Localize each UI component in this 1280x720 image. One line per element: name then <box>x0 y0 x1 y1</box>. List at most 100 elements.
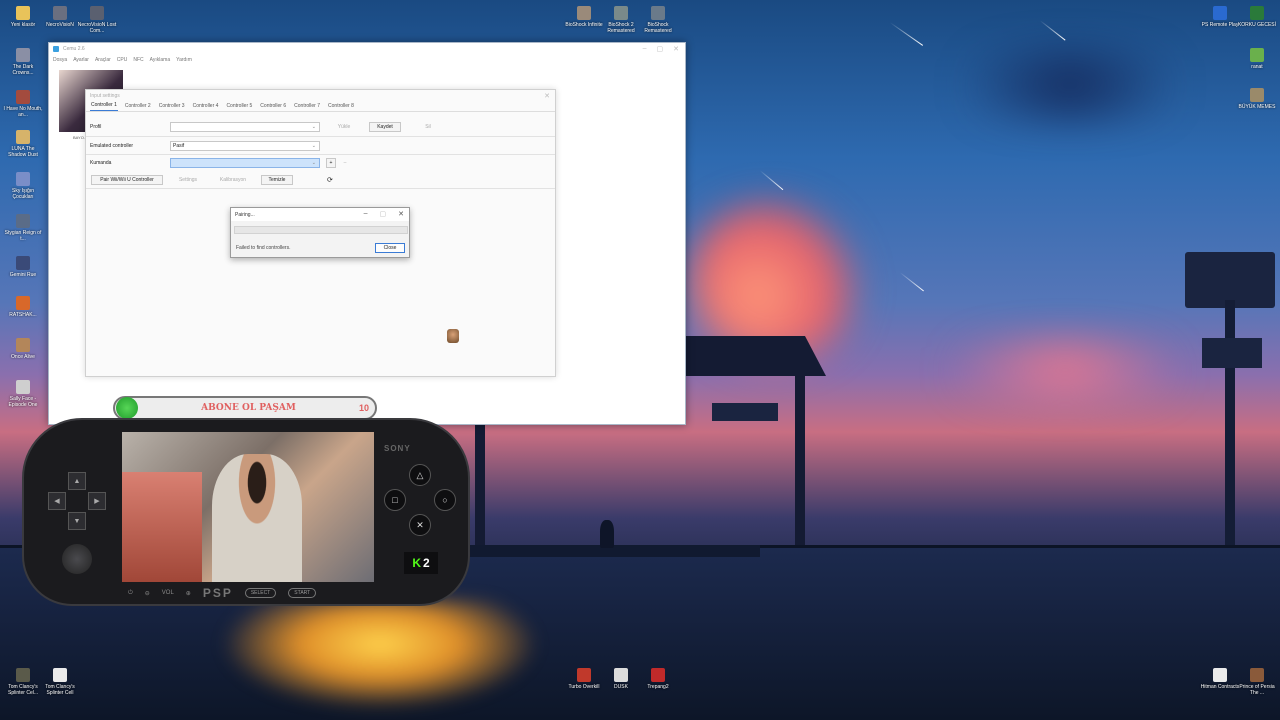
pairing-window-controls: – ▢ ✕ <box>364 210 404 218</box>
refresh-icon[interactable]: ⟳ <box>327 176 333 184</box>
desktop-shortcut-tom-clancy-s-splinter-cel[interactable]: Tom Clancy's Splinter Cel... <box>3 668 43 696</box>
tab-controller-3[interactable]: Controller 3 <box>158 103 186 111</box>
pairing-message: Failed to find controllers. <box>236 245 291 251</box>
desktop-shortcut-b-y-k-memes[interactable]: BÜYÜK MEMES <box>1237 88 1277 110</box>
emulated-controller-label: Emulated controller <box>90 143 134 149</box>
desktop-shortcut-the-dark-crowns[interactable]: The Dark Crowns... <box>3 48 43 76</box>
shortcut-icon <box>651 668 665 682</box>
desktop-shortcut-prince-of-persia-the[interactable]: Prince of Persia The ... <box>1237 668 1277 696</box>
tab-controller-6[interactable]: Controller 6 <box>259 103 287 111</box>
desktop-shortcut-dusk[interactable]: DUSK <box>601 668 641 690</box>
shortcut-icon <box>90 6 104 20</box>
controller-tabs: Controller 1 Controller 2 Controller 3 Cont… <box>86 102 555 112</box>
desktop-shortcut-tom-clancy-s-splinter-cell[interactable]: Tom Clancy's Splinter Cell <box>40 668 80 696</box>
shortcut-label: Turbo Overkill <box>568 684 600 690</box>
desktop-shortcut-ratshak[interactable]: RATSHAK... <box>3 296 43 318</box>
desktop-shortcut-hitman-contracts[interactable]: Hitman Contracts <box>1200 668 1240 690</box>
wallpaper-pier-post <box>475 425 485 550</box>
shortcut-icon <box>16 214 30 228</box>
shortcut-icon <box>53 668 67 682</box>
circle-icon: ○ <box>434 489 456 511</box>
tab-controller-7[interactable]: Controller 7 <box>293 103 321 111</box>
profile-combo[interactable]: ⌄ <box>170 122 320 132</box>
shortcut-label: KORKU GECESİ <box>1237 22 1277 28</box>
maximize-icon[interactable]: ▢ <box>657 45 664 53</box>
emulated-controller-value: Pasif <box>173 143 185 149</box>
wallpaper-pier-roof <box>686 336 826 376</box>
desktop-shortcut-stygian-reign-of-t[interactable]: Stygian Reign of t... <box>3 214 43 242</box>
shortcut-label: Trepang2 <box>647 684 669 690</box>
load-button[interactable]: Yükle <box>330 122 358 132</box>
tab-controller-2[interactable]: Controller 2 <box>124 103 152 111</box>
desktop-shortcut-once-alive[interactable]: Once Alive <box>3 338 43 360</box>
close-button[interactable]: Close <box>375 243 405 253</box>
tab-controller-8[interactable]: Controller 8 <box>327 103 355 111</box>
input-settings-titlebar[interactable]: Input settings <box>86 90 555 102</box>
menu-item-cpu[interactable]: CPU <box>117 57 128 63</box>
emulated-controller-select[interactable]: Pasif ⌄ <box>170 141 320 151</box>
menu-item-ara-lar[interactable]: Araçlar <box>95 57 111 63</box>
pair-controller-button[interactable]: Pair Wii/Wii U Controller <box>91 175 163 185</box>
desktop-shortcut-bioshock-2-remastered[interactable]: BioShock 2 Remastered <box>601 6 641 34</box>
desktop-shortcut-bioshock-remastered[interactable]: BioShock Remastered <box>638 6 678 34</box>
analog-stick <box>62 544 92 574</box>
tab-controller-4[interactable]: Controller 4 <box>192 103 220 111</box>
shortcut-label: BioShock 2 Remastered <box>607 22 635 34</box>
shortcut-label: Sky Işığın Çocukları <box>12 188 34 200</box>
minimize-icon[interactable]: – <box>364 210 368 218</box>
desktop-shortcut-sally-face-episode-one[interactable]: Sally Face - Episode One <box>3 380 43 408</box>
shortcut-icon <box>651 6 665 20</box>
minimize-icon[interactable]: – <box>643 45 647 53</box>
add-controller-button[interactable]: + <box>326 158 336 168</box>
desktop-shortcut-korku-gecesi[interactable]: KORKU GECESİ <box>1237 6 1277 28</box>
desktop-shortcut-turbo-overkill[interactable]: Turbo Overkill <box>564 668 604 690</box>
wallpaper-cat <box>600 520 614 548</box>
close-icon[interactable]: ✕ <box>673 45 679 53</box>
input-settings-title: Input settings <box>90 93 120 99</box>
remove-controller-button[interactable]: – <box>340 158 350 168</box>
subscribe-count: 10 <box>358 403 369 413</box>
cemu-titlebar[interactable]: Cemu 2.6 <box>49 43 685 55</box>
settings-button[interactable]: Settings <box>174 175 202 185</box>
wallpaper-dark-cloud <box>920 50 1220 120</box>
shortcut-icon <box>16 296 30 310</box>
close-icon[interactable]: ✕ <box>398 210 404 218</box>
clear-button[interactable]: Temizle <box>261 175 293 185</box>
menu-item-ayarlar[interactable]: Ayarlar <box>73 57 89 63</box>
close-icon[interactable]: ✕ <box>544 92 550 100</box>
desktop-shortcut-bioshock-infinite[interactable]: BioShock Infinite <box>564 6 604 28</box>
shortcut-label: Once Alive <box>11 354 35 360</box>
desktop-shortcut-ps-remote-play[interactable]: PS Remote Play <box>1200 6 1240 28</box>
kick-icon: K <box>412 556 421 570</box>
tab-controller-1[interactable]: Controller 1 <box>90 102 118 111</box>
desktop-shortcut-sky-i-n-ocuklar[interactable]: Sky Işığın Çocukları <box>3 172 43 200</box>
menu-item-nfc[interactable]: NFC <box>133 57 143 63</box>
wallpaper-sun-reflection <box>220 600 540 710</box>
controller-select[interactable]: ⌄ <box>170 158 320 168</box>
menu-item-ay-klama[interactable]: Ayıklama <box>150 57 170 63</box>
desktop-shortcut-necrovision[interactable]: NecroVisioN <box>40 6 80 28</box>
pairing-dialog: Pairing... – ▢ ✕ Failed to find controll… <box>230 207 410 258</box>
shooting-star <box>759 170 784 191</box>
shortcut-icon <box>16 130 30 144</box>
ps-home-icon: ⏻ <box>128 589 133 596</box>
desktop-shortcut-ranat[interactable]: ranat <box>1237 48 1277 70</box>
desktop-shortcut-i-have-no-mouth-an[interactable]: I Have No Mouth, an... <box>3 90 43 118</box>
controller-label: Kumanda <box>90 160 112 166</box>
shortcut-icon <box>16 380 30 394</box>
chevron-down-icon: ⌄ <box>311 124 316 130</box>
desktop-shortcut-luna-the-shadow-dust[interactable]: LUNA The Shadow Dust <box>3 130 43 158</box>
menu-item-dosya[interactable]: Dosya <box>53 57 67 63</box>
tab-controller-5[interactable]: Controller 5 <box>225 103 253 111</box>
save-button[interactable]: Kaydet <box>369 122 401 132</box>
shortcut-label: NecroVisioN Lost Com... <box>77 22 117 34</box>
delete-button[interactable]: Sil <box>416 122 440 132</box>
menu-item-yard-m[interactable]: Yardım <box>176 57 192 63</box>
desktop-shortcut-yeni-klas-r[interactable]: Yeni klasör <box>3 6 43 28</box>
desktop-shortcut-gemini-rue[interactable]: Gemini Rue <box>3 256 43 278</box>
desktop-shortcut-trepang2[interactable]: Trepang2 <box>638 668 678 690</box>
desktop-shortcut-necrovision-lost-com[interactable]: NecroVisioN Lost Com... <box>77 6 117 34</box>
shortcut-label: BÜYÜK MEMES <box>1238 104 1276 110</box>
calibrate-button[interactable]: Kalibrasyon <box>214 175 252 185</box>
square-icon: □ <box>384 489 406 511</box>
